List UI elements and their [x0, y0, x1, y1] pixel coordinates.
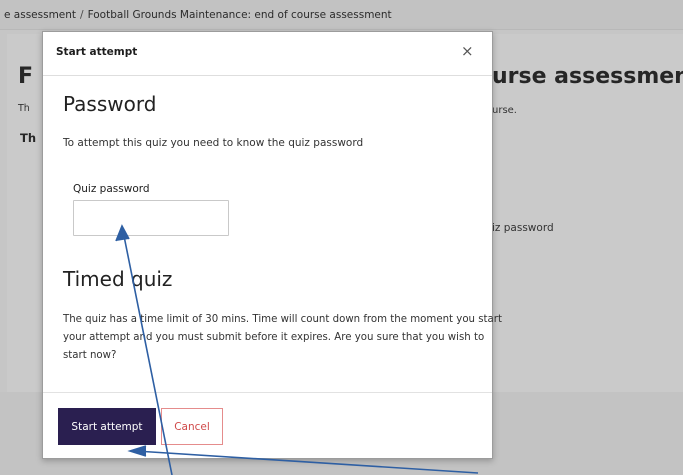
- background-password-text-right: iz password: [492, 222, 554, 234]
- cancel-button[interactable]: Cancel: [161, 408, 223, 445]
- background-heading-left: Th: [20, 131, 37, 145]
- start-attempt-button[interactable]: Start attempt: [58, 408, 156, 445]
- quiz-password-input[interactable]: [73, 200, 229, 236]
- close-icon[interactable]: ×: [461, 44, 474, 59]
- breadcrumb-item-course[interactable]: e assessment: [4, 9, 76, 21]
- quiz-password-label: Quiz password: [73, 183, 150, 195]
- password-instructions: To attempt this quiz you need to know th…: [63, 137, 364, 149]
- breadcrumb-separator: /: [80, 9, 84, 21]
- background-intro-right: urse.: [492, 105, 517, 116]
- timed-quiz-description: The quiz has a time limit of 30 mins. Ti…: [63, 314, 502, 361]
- breadcrumb-item-quiz[interactable]: Football Grounds Maintenance: end of cou…: [88, 9, 392, 21]
- modal-title: Start attempt: [56, 46, 138, 58]
- start-attempt-modal: Start attempt × Password To attempt this…: [42, 31, 502, 459]
- breadcrumb-bar: e assessment / Football Grounds Maintenanc…: [0, 0, 683, 30]
- background-page-title-left: F: [18, 64, 34, 89]
- background-intro-left: Th: [18, 103, 30, 114]
- modal-header: Start attempt ×: [43, 32, 492, 76]
- background-page-title-right: urse assessment: [492, 64, 683, 89]
- timed-quiz-heading: Timed quiz: [63, 267, 173, 291]
- breadcrumb: e assessment / Football Grounds Maintenanc…: [4, 9, 392, 21]
- password-heading: Password: [63, 92, 157, 116]
